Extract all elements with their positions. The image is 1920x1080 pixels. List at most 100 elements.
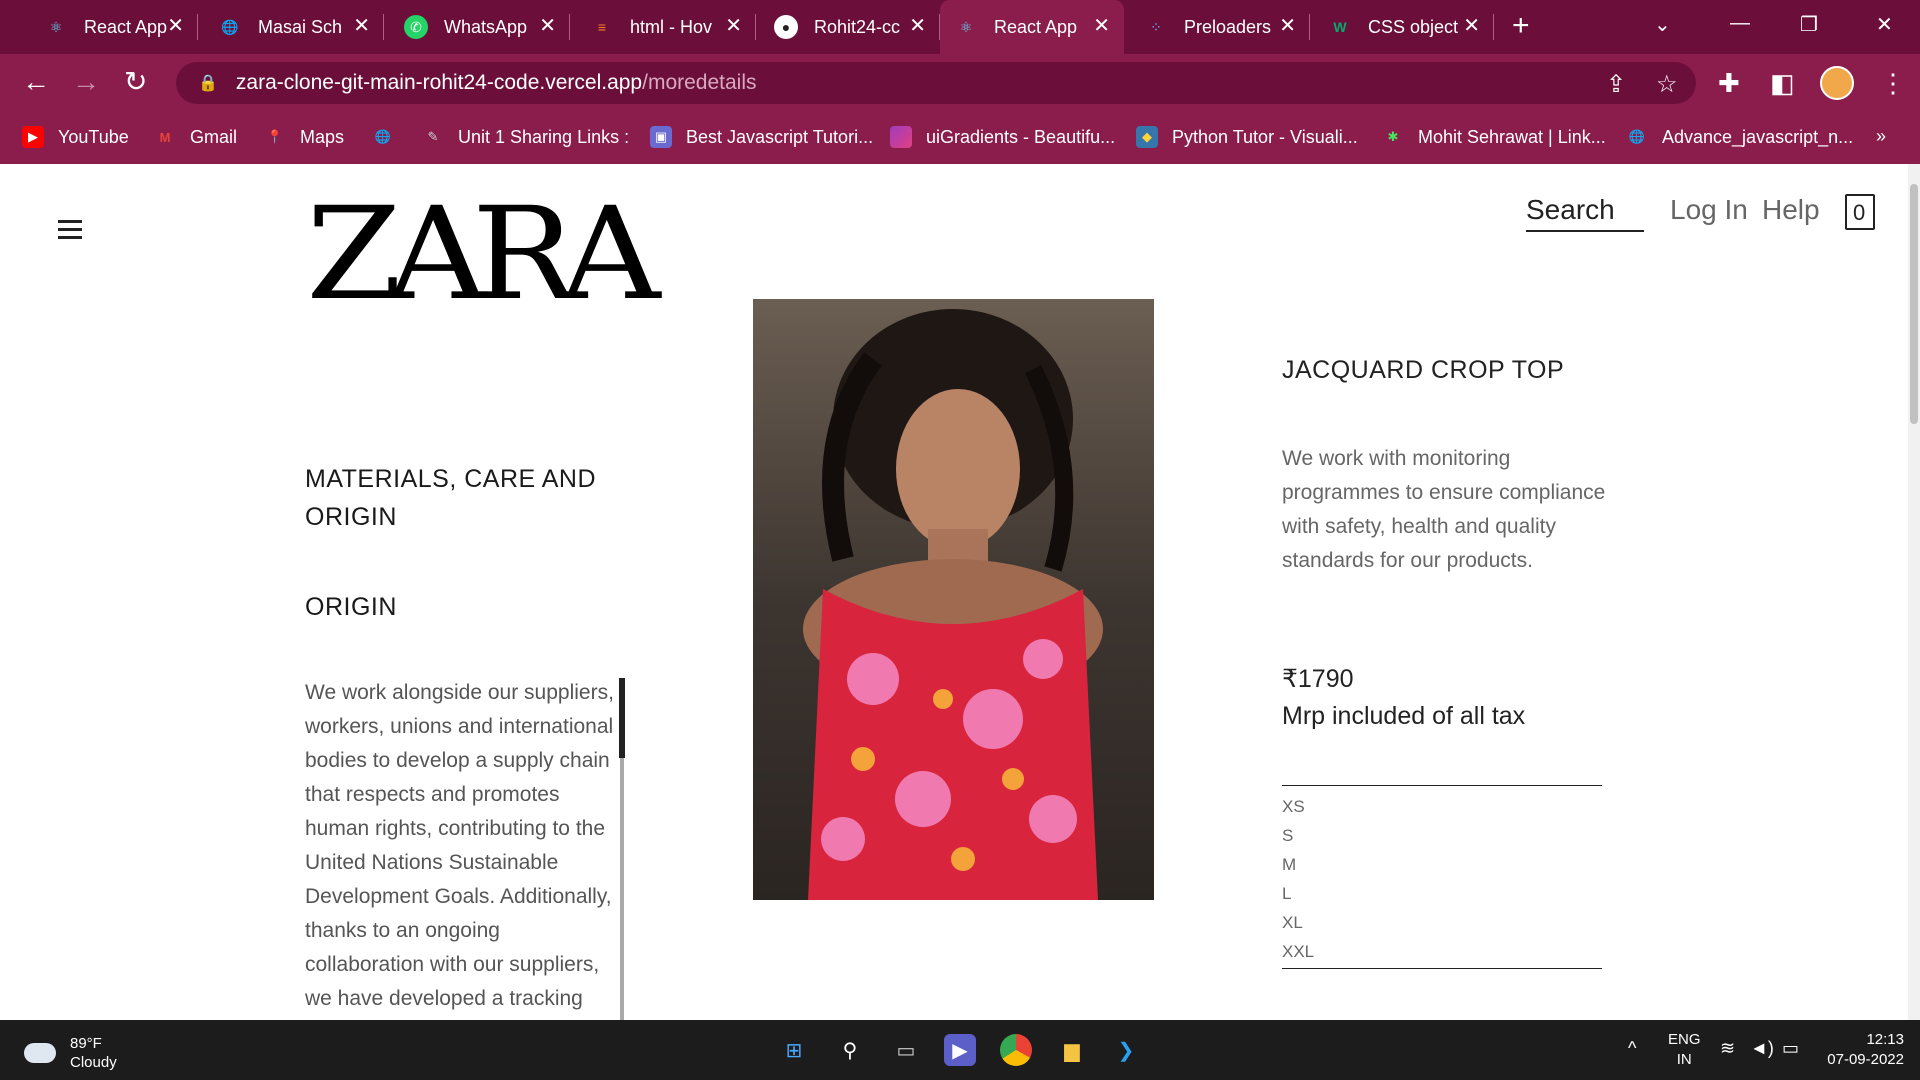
tab-react-app-active[interactable]: ⚛ React App ✕ xyxy=(940,0,1124,54)
language-indicator[interactable]: ENG IN xyxy=(1668,1030,1701,1070)
file-explorer-icon[interactable]: ▆ xyxy=(1056,1034,1088,1066)
minimize-button[interactable]: — xyxy=(1730,12,1750,35)
bookmarks-bar: ▶ YouTube M Gmail 📍 Maps 🌐 ✎ Unit 1 Sharing … xyxy=(0,112,1920,164)
close-tab-icon[interactable]: ✕ xyxy=(1093,15,1110,37)
lock-icon: 🔒 xyxy=(198,75,218,92)
bag-count: 0 xyxy=(1853,200,1866,225)
shopping-bag-icon[interactable]: 0 xyxy=(1845,194,1875,230)
vscode-icon[interactable]: ❯ xyxy=(1110,1034,1142,1066)
preloader-icon: ⁘ xyxy=(1150,18,1162,35)
weather-widget[interactable]: 89°F Cloudy xyxy=(24,1034,117,1072)
bookmark-globe[interactable]: 🌐 xyxy=(372,126,408,148)
tab-github[interactable]: ● Rohit24-cc ✕ xyxy=(760,0,940,54)
bookmarks-overflow-button[interactable]: » xyxy=(1876,126,1886,147)
bookmark-label: Unit 1 Sharing Links : xyxy=(458,126,630,147)
bookmark-label: Gmail xyxy=(190,126,238,147)
bookmark-js-tutorial[interactable]: ▣ Best Javascript Tutori... xyxy=(650,126,873,148)
forward-button[interactable]: → xyxy=(72,66,100,98)
bookmark-youtube[interactable]: ▶ YouTube xyxy=(22,126,129,148)
chrome-icon[interactable] xyxy=(1000,1034,1032,1066)
model-photo-illustration xyxy=(753,299,1154,900)
side-panel-icon[interactable]: ◧ xyxy=(1770,68,1795,99)
pen-icon: ✎ xyxy=(427,129,439,144)
back-button[interactable]: ← xyxy=(22,66,50,98)
menu-kebab-icon[interactable]: ⋮ xyxy=(1880,68,1906,99)
tab-label: Masai Sch xyxy=(258,16,343,37)
size-option-l[interactable]: L xyxy=(1282,879,1602,908)
search-link[interactable]: Search xyxy=(1526,194,1644,232)
login-link[interactable]: Log In xyxy=(1670,194,1748,226)
screen: { "browser": { "tabs": [ {"label": "Reac… xyxy=(0,0,1920,1080)
page-scrollbar[interactable] xyxy=(1908,164,1920,1020)
reload-button[interactable]: ↻ xyxy=(124,66,147,98)
hamburger-menu-icon[interactable] xyxy=(58,220,82,244)
battery-icon[interactable]: ▭ xyxy=(1782,1038,1799,1058)
tab-preloaders[interactable]: ⁘ Preloaders ✕ xyxy=(1130,0,1310,54)
profile-avatar[interactable] xyxy=(1820,66,1854,100)
bookmark-star-icon[interactable]: ☆ xyxy=(1656,70,1678,99)
volume-icon[interactable]: ◄) xyxy=(1750,1038,1774,1058)
linktree-icon: ✱ xyxy=(1387,129,1399,144)
bookmark-uigradients[interactable]: uiGradients - Beautifu... xyxy=(890,126,1115,148)
tab-w3schools[interactable]: W CSS object ✕ xyxy=(1314,0,1494,54)
tab-whatsapp[interactable]: ✆ WhatsApp ✕ xyxy=(390,0,570,54)
close-tab-icon[interactable]: ✕ xyxy=(1463,15,1480,37)
materials-heading-line2: ORIGIN xyxy=(305,503,397,531)
product-price: ₹1790 xyxy=(1282,665,1354,693)
bookmark-label: uiGradients - Beautifu... xyxy=(926,126,1116,147)
close-tab-icon[interactable]: ✕ xyxy=(539,15,556,37)
react-icon: ⚛ xyxy=(959,18,973,35)
text-scroll-thumb[interactable] xyxy=(619,678,625,758)
bookmark-label: Maps xyxy=(300,126,345,147)
product-description: We work with monitoring programmes to en… xyxy=(1282,447,1606,572)
wifi-icon[interactable]: ≋ xyxy=(1720,1038,1735,1058)
page-scrollbar-thumb[interactable] xyxy=(1910,184,1918,424)
restore-button[interactable]: ❐ xyxy=(1800,12,1818,37)
close-tab-icon[interactable]: ✕ xyxy=(353,15,370,37)
close-tab-icon[interactable]: ✕ xyxy=(1279,15,1296,37)
size-selector: XS S M L XL XXL xyxy=(1282,785,1602,969)
tab-masai[interactable]: 🌐 Masai Sch ✕ xyxy=(204,0,384,54)
size-option-s[interactable]: S xyxy=(1282,821,1602,850)
url-host: zara-clone-git-main-rohit24-code.vercel.… xyxy=(235,71,643,94)
bookmark-linktree[interactable]: ✱ Mohit Sehrawat | Link... xyxy=(1382,126,1606,148)
materials-heading: MATERIALS, CARE AND xyxy=(305,465,597,493)
search-icon[interactable]: ⚲ xyxy=(834,1034,866,1066)
close-tab-icon[interactable]: ✕ xyxy=(725,15,742,37)
close-tab-icon[interactable]: ✕ xyxy=(909,15,926,37)
close-window-button[interactable]: ✕ xyxy=(1876,12,1893,37)
size-option-xl[interactable]: XL xyxy=(1282,908,1602,937)
maps-icon: 📍 xyxy=(266,129,284,144)
extensions-icon[interactable]: ✚ xyxy=(1718,68,1740,99)
bookmark-gmail[interactable]: M Gmail xyxy=(154,126,237,148)
tab-stackoverflow[interactable]: ≡ html - Hov ✕ xyxy=(576,0,756,54)
new-tab-button[interactable]: + xyxy=(1512,10,1530,42)
size-option-m[interactable]: M xyxy=(1282,850,1602,879)
zara-logo[interactable]: ZARA xyxy=(306,191,660,319)
share-icon[interactable]: ⇪ xyxy=(1606,70,1626,99)
clock[interactable]: 12:13 07-09-2022 xyxy=(1818,1030,1904,1070)
tab-label: html - Hov xyxy=(630,16,713,37)
bookmark-maps[interactable]: 📍 Maps xyxy=(264,126,344,148)
teams-chat-icon[interactable]: ▶ xyxy=(944,1034,976,1066)
address-bar[interactable]: 🔒 zara-clone-git-main-rohit24-code.verce… xyxy=(176,62,1696,104)
bookmark-python-tutor[interactable]: ◆ Python Tutor - Visuali... xyxy=(1136,126,1358,148)
time: 12:13 xyxy=(1866,1031,1904,1048)
web-page: ZARA Search Log In Help 0 MATERIALS, CAR… xyxy=(0,164,1920,1020)
tab-search-chevron-icon[interactable]: ⌄ xyxy=(1654,12,1671,37)
tab-label: Preloaders xyxy=(1184,16,1272,37)
tray-overflow-chevron-icon[interactable]: ^ xyxy=(1628,1038,1636,1058)
windows-start-icon[interactable]: ⊞ xyxy=(778,1034,810,1066)
youtube-icon: ▶ xyxy=(22,126,44,148)
size-option-xs[interactable]: XS xyxy=(1282,792,1602,821)
task-view-icon[interactable]: ▭ xyxy=(890,1034,922,1066)
help-link[interactable]: Help xyxy=(1762,194,1820,226)
bookmark-advance-js[interactable]: 🌐 Advance_javascript_n... xyxy=(1626,126,1853,148)
bookmark-unit1[interactable]: ✎ Unit 1 Sharing Links : xyxy=(422,126,630,148)
tab-react-app-1[interactable]: ⚛ React App ✕ xyxy=(30,0,198,54)
product-title: JACQUARD CROP TOP xyxy=(1282,356,1565,384)
close-tab-icon[interactable]: ✕ xyxy=(167,15,184,37)
site-icon: ▣ xyxy=(650,126,672,148)
cloud-icon xyxy=(24,1043,56,1063)
size-option-xxl[interactable]: XXL xyxy=(1282,937,1602,966)
